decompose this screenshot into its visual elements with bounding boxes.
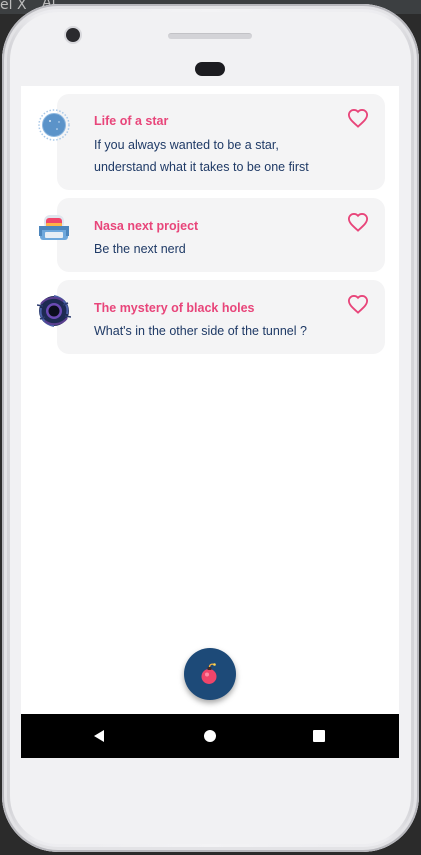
card-title: Life of a star: [94, 114, 169, 128]
list-item[interactable]: Nasa next project Be the next nerd: [39, 198, 385, 272]
earpiece: [195, 62, 225, 76]
card-title: The mystery of black holes: [94, 301, 255, 315]
nav-home-button[interactable]: [188, 714, 232, 758]
list-item[interactable]: The mystery of black holes What's in the…: [37, 280, 385, 354]
favorite-heart-icon[interactable]: [347, 108, 369, 128]
card-description: Be the next nerd: [94, 242, 186, 256]
home-circle-icon: [204, 730, 216, 742]
star-planet-icon: [38, 109, 70, 141]
card-description: If you always wanted to be a star, under…: [94, 138, 309, 174]
front-camera: [66, 28, 80, 42]
black-hole-icon: [37, 295, 71, 327]
favorite-heart-icon[interactable]: [347, 294, 369, 314]
ide-tab-left[interactable]: el X: [0, 0, 27, 12]
back-triangle-icon: [94, 730, 104, 742]
favorite-heart-icon[interactable]: [347, 212, 369, 232]
app-screen: Life of a star If you always wanted to b…: [21, 86, 399, 758]
nav-back-button[interactable]: [77, 714, 121, 758]
speaker-grille: [168, 33, 252, 39]
card-description: What's in the other side of the tunnel ?: [94, 324, 307, 338]
bomb-fab-button[interactable]: [184, 648, 236, 700]
recents-square-icon: [313, 730, 325, 742]
bomb-icon: [201, 663, 217, 684]
list-item[interactable]: Life of a star If you always wanted to b…: [38, 94, 385, 190]
card-title: Nasa next project: [94, 219, 199, 233]
nav-recents-button[interactable]: [297, 714, 341, 758]
astronaut-helmet-icon: [39, 215, 69, 240]
system-navigation-bar: [21, 714, 399, 758]
